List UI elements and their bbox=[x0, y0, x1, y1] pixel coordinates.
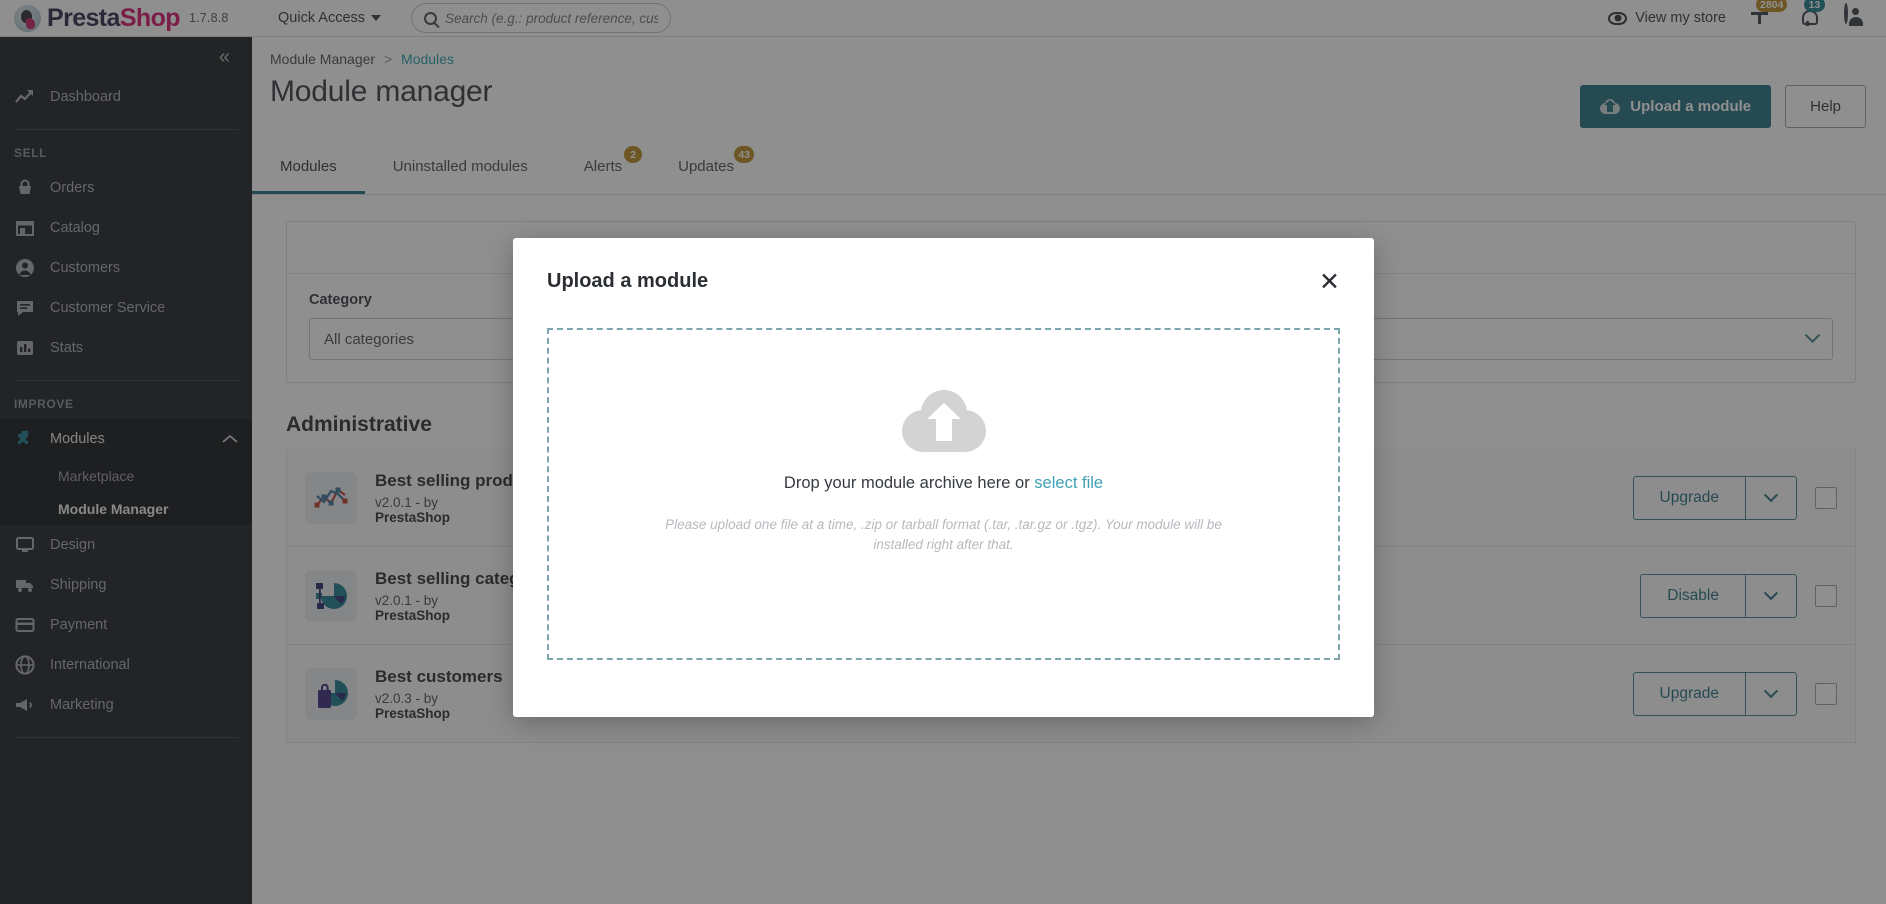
app-root: PrestaShop 1.7.8.8 Quick Access View my … bbox=[0, 0, 1886, 904]
close-icon[interactable]: ✕ bbox=[1319, 270, 1340, 295]
module-dropzone[interactable]: Drop your module archive here or select … bbox=[547, 328, 1340, 660]
upload-module-modal: Upload a module ✕ Drop your module archi… bbox=[513, 238, 1374, 717]
modal-title: Upload a module bbox=[547, 270, 708, 293]
modal-header: Upload a module ✕ bbox=[513, 238, 1374, 295]
cloud-upload-icon bbox=[902, 390, 986, 452]
dropzone-instruction: Drop your module archive here or bbox=[784, 474, 1034, 492]
dropzone-main-text: Drop your module archive here or select … bbox=[784, 474, 1103, 493]
select-file-link[interactable]: select file bbox=[1034, 474, 1103, 492]
dropzone-help-text: Please upload one file at a time, .zip o… bbox=[644, 515, 1244, 554]
